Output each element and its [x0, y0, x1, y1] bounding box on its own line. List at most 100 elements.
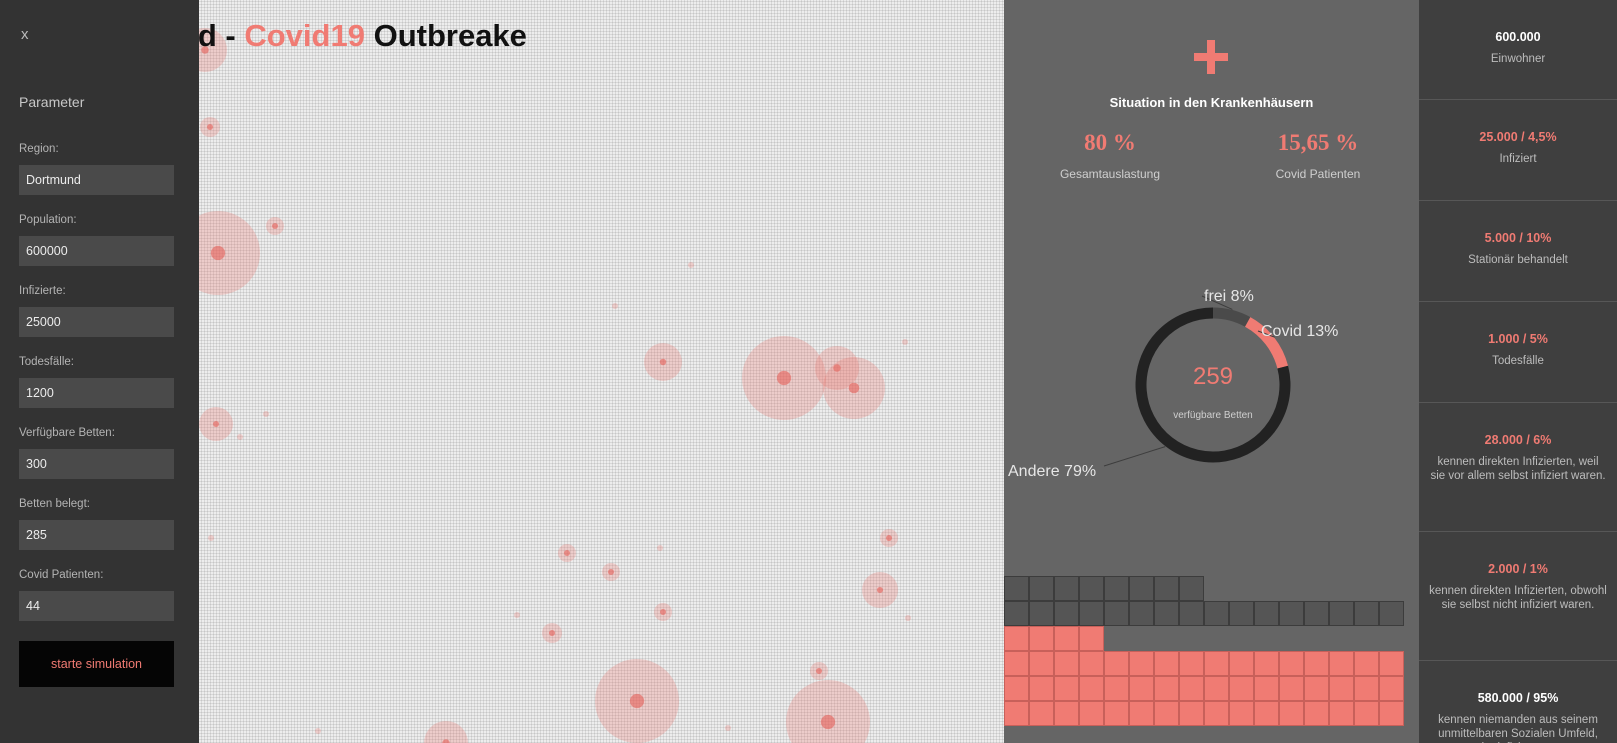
waffle-cell: [1304, 651, 1329, 676]
stat-value: 25.000 / 4,5%: [1479, 130, 1557, 144]
available-beds-label: Verfügbare Betten:: [19, 427, 115, 439]
covid-patients-field: Covid Patienten: 44: [19, 569, 174, 621]
waffle-cell: [1079, 576, 1104, 601]
donut-center-label: verfügbare Betten: [1173, 410, 1253, 421]
stat-item: 1.000 / 5% Todesfälle: [1419, 302, 1617, 403]
total-utilization-value: 80 %: [1084, 130, 1136, 155]
waffle-cell: [1204, 651, 1229, 676]
waffle-cell: [1054, 651, 1079, 676]
waffle-cell: [1054, 601, 1079, 626]
deaths-label: Todesfälle:: [19, 356, 74, 368]
donut-segment-label: Andere 79%: [1008, 463, 1096, 480]
infection-center: [564, 550, 570, 556]
infection-center: [210, 245, 226, 261]
waffle-cell: [1229, 676, 1254, 701]
infection-center: [629, 693, 645, 709]
infection-center: [213, 421, 219, 427]
waffle-cell: [1379, 601, 1404, 626]
waffle-cell: [1179, 701, 1204, 726]
infected-input[interactable]: 25000: [19, 307, 174, 337]
covid-patients-input[interactable]: 44: [19, 591, 174, 621]
donut-segment-label: Covid 13%: [1261, 323, 1338, 340]
waffle-cell: [1254, 651, 1279, 676]
infection-bubble: [905, 615, 911, 621]
waffle-cell: [1129, 651, 1154, 676]
stat-label: Infiziert: [1499, 153, 1537, 165]
waffle-cell: [1079, 601, 1104, 626]
available-beds-input[interactable]: 300: [19, 449, 174, 479]
waffle-cell: [1229, 701, 1254, 726]
waffle-cell: [1054, 576, 1079, 601]
infection-center: [776, 370, 792, 386]
hospital-title: Situation in den Krankenhäusern: [1109, 95, 1314, 110]
waffle-cell: [1154, 576, 1179, 601]
waffle-cell: [1079, 701, 1104, 726]
waffle-cell: [1254, 676, 1279, 701]
waffle-cell: [1254, 601, 1279, 626]
waffle-cell: [1029, 601, 1054, 626]
stat-label: kennen niemanden aus seinem unmittelbare…: [1438, 714, 1598, 743]
occupied-beds-input[interactable]: 285: [19, 520, 174, 550]
waffle-cell: [1279, 701, 1304, 726]
stat-label: Einwohner: [1490, 53, 1546, 65]
covid-patients-label: Covid Patienten:: [19, 569, 104, 581]
statistics-panel: 600.000 Einwohner 25.000 / 4,5% Infiziert 5.…: [1419, 0, 1617, 743]
waffle-cell: [1179, 576, 1204, 601]
infection-center: [886, 535, 892, 541]
stat-label: kennen direkten Infizierten, weil sie vo…: [1430, 456, 1606, 482]
waffle-cell: [1079, 676, 1104, 701]
waffle-cell: [1029, 676, 1054, 701]
page-title: und - Covid19 Outbreake: [160, 18, 527, 54]
waffle-cell: [1254, 701, 1279, 726]
stat-value: 580.000 / 95%: [1477, 691, 1559, 705]
waffle-cell: [1329, 601, 1354, 626]
infection-bubble: [514, 612, 520, 618]
infection-bubble: [612, 303, 618, 309]
infection-bubble: [263, 411, 269, 417]
waffle-cell: [1104, 676, 1129, 701]
waffle-cell: [1279, 651, 1304, 676]
donut-leader-line: [1103, 446, 1166, 467]
region-input[interactable]: Dortmund: [19, 165, 174, 195]
waffle-cell: [1154, 651, 1179, 676]
infection-bubble: [237, 434, 243, 440]
infection-bubble: [786, 680, 870, 743]
occupied-beds-label: Betten belegt:: [19, 498, 90, 510]
waffle-cell: [1104, 576, 1129, 601]
start-simulation-button[interactable]: starte simulation: [19, 641, 174, 687]
stat-label: Stationär behandelt: [1468, 254, 1568, 266]
waffle-cell: [1279, 601, 1304, 626]
waffle-cell: [1004, 626, 1029, 651]
deaths-input[interactable]: 1200: [19, 378, 174, 408]
hospital-panel: Situation in den Krankenhäusern 80 % Ges…: [1004, 0, 1419, 743]
waffle-cell: [1129, 601, 1154, 626]
waffle-cell: [1004, 576, 1029, 601]
waffle-cell: [1229, 651, 1254, 676]
stat-value: 5.000 / 10%: [1484, 231, 1552, 245]
waffle-cell: [1029, 701, 1054, 726]
waffle-cell: [1079, 626, 1104, 651]
waffle-cell: [1104, 651, 1129, 676]
waffle-cell: [1129, 676, 1154, 701]
waffle-cell: [1129, 701, 1154, 726]
population-input[interactable]: 600000: [19, 236, 174, 266]
waffle-cell: [1104, 601, 1129, 626]
donut-segment-label: frei 8%: [1204, 288, 1254, 305]
infection-center: [820, 714, 836, 730]
stat-value: 28.000 / 6%: [1484, 433, 1552, 447]
waffle-cell: [1304, 601, 1329, 626]
deaths-field: Todesfälle: 1200: [19, 356, 174, 408]
region-field: Region: Dortmund: [19, 143, 174, 195]
parameter-heading: Parameter: [19, 94, 85, 110]
close-button[interactable]: x: [21, 26, 29, 43]
waffle-cell: [1054, 626, 1079, 651]
waffle-cell: [1179, 651, 1204, 676]
stat-item: 600.000 Einwohner: [1419, 0, 1617, 100]
infection-center: [272, 223, 278, 229]
stat-value: 1.000 / 5%: [1488, 332, 1548, 346]
donut-center-value: 259: [1193, 363, 1233, 390]
total-utilization-label: Gesamtauslastung: [1059, 167, 1161, 181]
waffle-cell: [1329, 676, 1354, 701]
waffle-cell: [1354, 651, 1379, 676]
waffle-cell: [1304, 701, 1329, 726]
